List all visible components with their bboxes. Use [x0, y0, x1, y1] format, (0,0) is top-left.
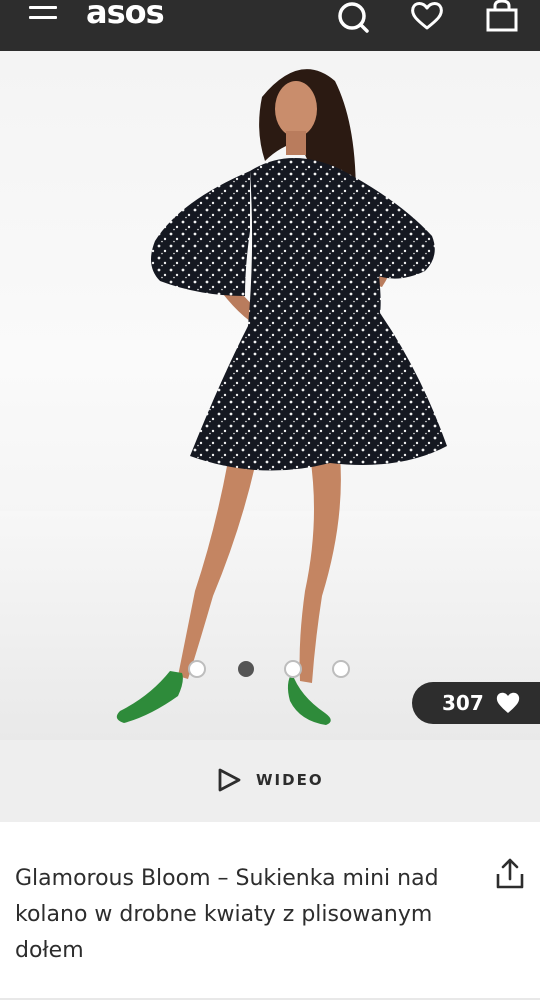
product-title: Glamorous Bloom – Sukienka mini nad kola…	[15, 866, 439, 963]
video-button[interactable]: WIDEO	[0, 740, 540, 822]
video-label: WIDEO	[256, 771, 324, 789]
top-header: asos	[0, 0, 540, 51]
carousel-dot-4[interactable]	[332, 660, 350, 678]
share-icon[interactable]	[494, 857, 526, 891]
save-count-button[interactable]: 307	[412, 682, 540, 724]
product-image[interactable]: 307	[0, 51, 540, 740]
heart-filled-icon	[496, 692, 520, 713]
image-carousel-indicator	[188, 660, 358, 678]
likes-count: 307	[442, 691, 484, 715]
menu-icon[interactable]	[29, 4, 59, 28]
section-divider	[0, 998, 540, 1000]
carousel-dot-3[interactable]	[284, 660, 302, 678]
asos-logo[interactable]: asos	[86, 0, 165, 32]
shopping-bag-icon[interactable]	[482, 0, 522, 40]
saved-items-heart-icon[interactable]	[407, 0, 447, 40]
play-icon	[218, 768, 241, 792]
carousel-dot-1[interactable]	[188, 660, 206, 678]
carousel-dot-2-active[interactable]	[238, 661, 254, 677]
model-wearing-dress-image	[0, 69, 540, 740]
search-icon[interactable]	[333, 0, 373, 40]
